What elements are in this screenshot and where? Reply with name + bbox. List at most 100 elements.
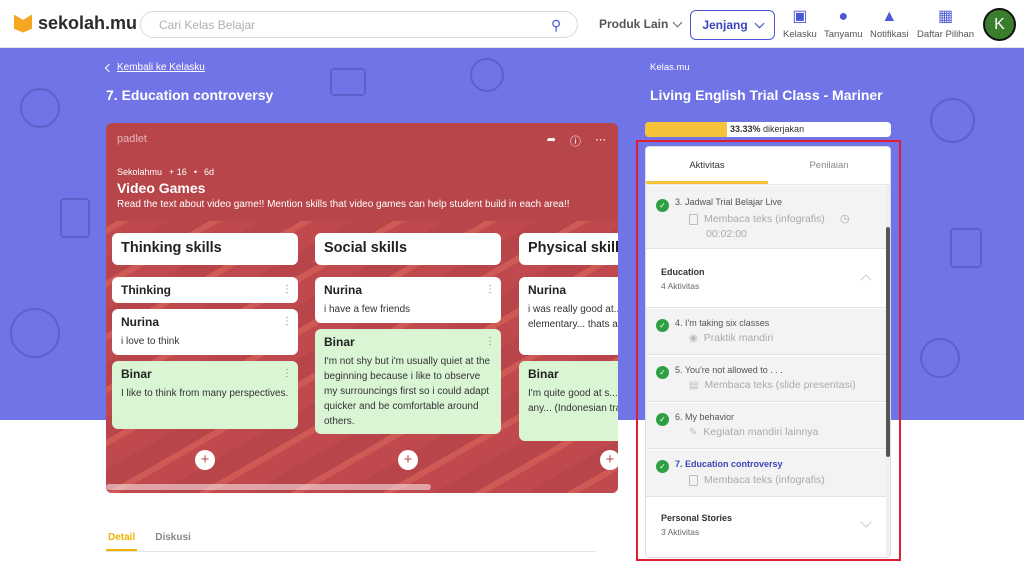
chevron-down-icon: [754, 18, 765, 28]
doodle-globe-icon: [470, 58, 504, 92]
activity-item[interactable]: ✓ 4. I'm taking six classes ◉ Praktik man…: [646, 309, 888, 355]
slides-icon: ▤: [689, 379, 699, 391]
pencil-icon: ✎: [689, 426, 698, 438]
chevron-up-icon: [860, 274, 872, 286]
section-count: 3 Aktivitas: [661, 527, 700, 537]
progress-suffix: dikerjakan: [763, 124, 805, 134]
document-icon: [689, 213, 698, 225]
activity-type-label: Praktik mandiri: [703, 332, 774, 344]
card-author: Binar: [121, 367, 152, 381]
check-icon: ✓: [656, 413, 669, 426]
nav-kelasku[interactable]: ▣ Kelasku: [783, 8, 817, 40]
brand-logo[interactable]: sekolah.mu: [14, 13, 137, 34]
padlet-card[interactable]: Nurina i was really good at... was in el…: [519, 277, 618, 355]
add-post-button[interactable]: +: [398, 450, 418, 470]
activity-item-active[interactable]: ✓ 7. Education controversy Membaca teks …: [646, 450, 888, 497]
back-to-kelasku-link[interactable]: Kembali ke Kelasku: [104, 62, 205, 73]
clock-icon: ◷: [840, 213, 850, 225]
padlet-card[interactable]: Binar I'm not shy but i'm usually quiet …: [315, 329, 501, 434]
padlet-author: Sekolahmu: [117, 167, 163, 177]
activity-item[interactable]: ✓ 6. My behavior ✎ Kegiatan mandiri lainn…: [646, 403, 888, 449]
card-menu-icon[interactable]: ⋮: [485, 334, 495, 349]
padlet-card[interactable]: Nurina i love to think ⋮: [112, 309, 298, 355]
share-icon[interactable]: ➦: [547, 133, 556, 149]
activity-name: 3. Jadwal Trial Belajar Live: [675, 197, 783, 207]
panel-scrollbar[interactable]: [886, 227, 890, 457]
back-link-label: Kembali ke Kelasku: [117, 62, 205, 73]
chevron-down-icon: [672, 17, 683, 27]
card-text: I like to think from many perspectives.: [121, 388, 289, 399]
document-icon: [689, 474, 698, 486]
horizontal-scrollbar[interactable]: [106, 484, 431, 490]
produk-lain-menu[interactable]: Produk Lain: [599, 17, 683, 31]
card-menu-icon[interactable]: ⋮: [485, 282, 495, 297]
nav-kelasku-label: Kelasku: [783, 29, 817, 40]
palette-icon: ◉: [689, 332, 698, 344]
check-icon: ✓: [656, 460, 669, 473]
progress-bar: 33.33% dikerjakan: [645, 122, 891, 137]
bell-icon: ▲: [881, 8, 898, 25]
activity-type: ▤ Membaca teks (slide presentasi): [689, 379, 856, 391]
avatar[interactable]: K: [983, 8, 1016, 41]
progress-fill: [645, 122, 727, 137]
nav-notifikasi-label: Notifikasi: [870, 29, 909, 40]
search-icon[interactable]: ⚲: [551, 18, 565, 32]
card-menu-icon[interactable]: ⋮: [282, 366, 292, 381]
activity-type-label: Membaca teks (infografis): [704, 213, 825, 225]
tab-aktivitas[interactable]: Aktivitas: [646, 147, 768, 184]
progress-value: 33.33%: [730, 124, 761, 134]
activity-type-label: Membaca teks (slide presentasi): [704, 379, 856, 391]
tab-diskusi[interactable]: Diskusi: [153, 528, 193, 551]
more-icon[interactable]: ⋯: [595, 133, 606, 149]
padlet-post-count: + 16: [169, 167, 187, 177]
panel-tabs: Aktivitas Penilaian: [646, 147, 890, 185]
add-post-button[interactable]: +: [600, 450, 618, 470]
padlet-embed: padlet ➦ ⓘ ⋯ Sekolahmu + 16 • 6d Video G…: [106, 123, 618, 493]
add-post-button[interactable]: +: [195, 450, 215, 470]
section-count: 4 Aktivitas: [661, 281, 700, 291]
padlet-card[interactable]: Nurina i have a few friends ⋮: [315, 277, 501, 323]
tab-detail[interactable]: Detail: [106, 528, 138, 551]
card-menu-icon[interactable]: ⋮: [282, 314, 292, 329]
card-text: I'm not shy but i'm usually quiet at the…: [324, 356, 491, 427]
activity-type: Membaca teks (infografis): [689, 213, 825, 225]
nav-notifikasi[interactable]: ▲ Notifikasi: [870, 8, 909, 40]
nav-daftar-pilihan[interactable]: ▦ Daftar Pilihan: [917, 8, 974, 40]
padlet-card[interactable]: Thinking ⋮: [112, 277, 298, 303]
card-text: i love to think: [121, 336, 180, 347]
padlet-description: Read the text about video game!! Mention…: [117, 199, 570, 210]
doodle-book-icon: [330, 68, 366, 96]
padlet-card[interactable]: Binar I'm quite good at s... mostly danc…: [519, 361, 618, 441]
nav-tanyamu[interactable]: ● Tanyamu: [824, 8, 863, 40]
padlet-heading: Video Games: [117, 180, 206, 196]
check-icon: ✓: [656, 366, 669, 379]
card-text: i have a few friends: [324, 304, 411, 315]
nav-tanyamu-label: Tanyamu: [824, 29, 863, 40]
section-education[interactable]: Education 4 Aktivitas: [646, 250, 888, 308]
card-text: i was really good at... was in elementar…: [528, 304, 618, 330]
column-title: Social skills: [315, 233, 501, 265]
activity-item[interactable]: ✓ 5. You're not allowed to . . . ▤ Membac…: [646, 356, 888, 402]
activity-name: 5. You're not allowed to . . .: [675, 365, 783, 375]
card-author: Thinking: [121, 283, 171, 297]
progress-text: 33.33% dikerjakan: [730, 124, 804, 134]
card-author: Binar: [528, 367, 559, 381]
activity-item[interactable]: ✓ 3. Jadwal Trial Belajar Live Membaca t…: [646, 186, 888, 249]
help-icon[interactable]: ⓘ: [570, 133, 581, 149]
section-personal-stories[interactable]: Personal Stories 3 Aktivitas: [646, 498, 888, 557]
card-author: Nurina: [528, 283, 567, 297]
padlet-meta: Sekolahmu + 16 • 6d: [117, 167, 214, 177]
activity-name: 7. Education controversy: [675, 459, 783, 469]
padlet-age: 6d: [203, 167, 214, 177]
doodle-globe-icon: [920, 338, 960, 378]
activity-type: ◉ Praktik mandiri: [689, 332, 773, 344]
book-logo-icon: [14, 14, 32, 33]
card-author: Nurina: [121, 315, 160, 329]
activity-type: Membaca teks (infografis): [689, 474, 825, 486]
padlet-card[interactable]: Binar I like to think from many perspect…: [112, 361, 298, 429]
search-input[interactable]: [159, 17, 551, 32]
padlet-brand: padlet: [117, 133, 147, 145]
tab-penilaian[interactable]: Penilaian: [768, 147, 890, 184]
jenjang-dropdown[interactable]: Jenjang: [690, 10, 775, 40]
card-menu-icon[interactable]: ⋮: [282, 282, 292, 297]
